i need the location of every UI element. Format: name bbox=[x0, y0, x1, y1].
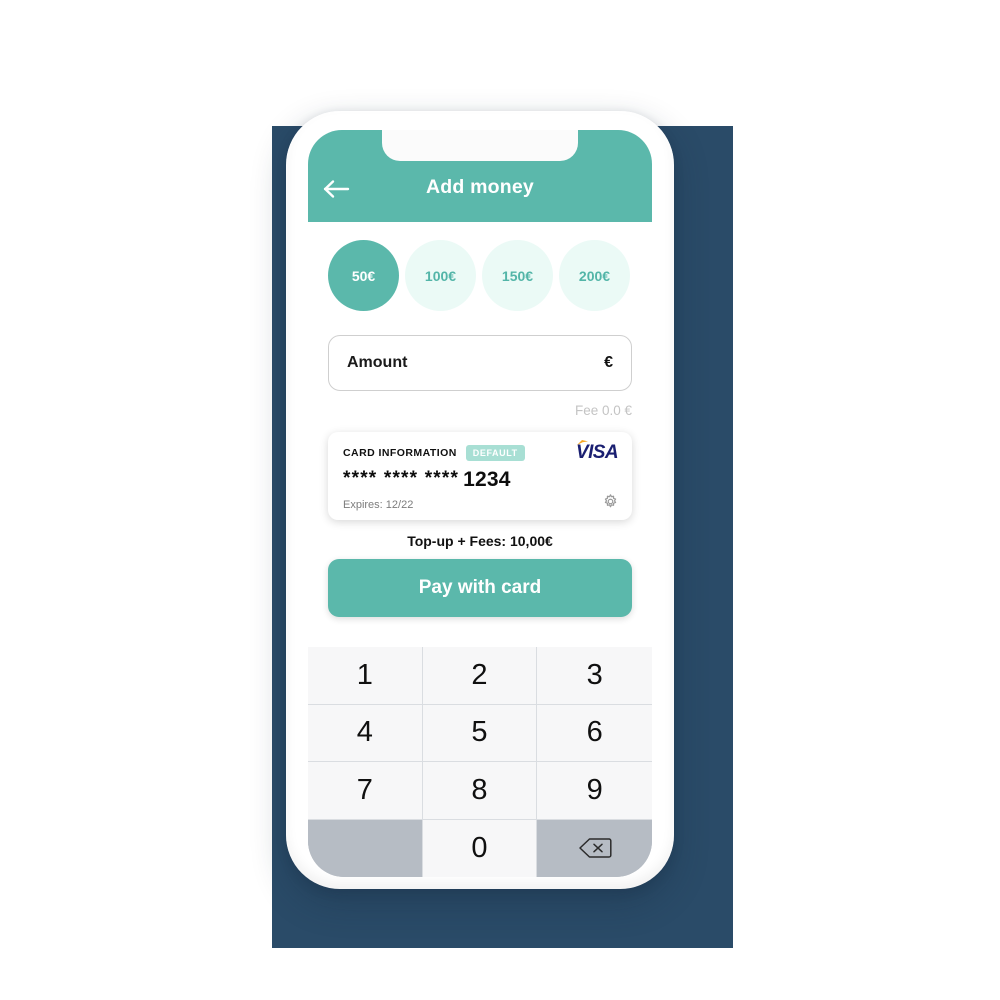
key-7[interactable]: 7 bbox=[308, 762, 423, 820]
screenshot-stage: Add money 50€ 100€ 150€ 200€ Amount € Fe… bbox=[0, 0, 1000, 1000]
numeric-keypad: 1 2 3 4 5 6 7 8 9 0 bbox=[308, 647, 652, 877]
preset-amount-50[interactable]: 50€ bbox=[328, 240, 399, 311]
amount-row: € Fee 0.0 € bbox=[328, 335, 632, 418]
preset-amount-100-label: 100€ bbox=[424, 267, 457, 284]
fee-text: Fee 0.0 € bbox=[574, 403, 632, 418]
key-blank bbox=[308, 819, 423, 877]
key-2[interactable]: 2 bbox=[422, 647, 538, 705]
key-5[interactable]: 5 bbox=[422, 704, 538, 762]
topup-total-text: Top-up + Fees: 10,00€ bbox=[407, 533, 553, 549]
card-number-last4: 1234 bbox=[463, 468, 511, 491]
key-9[interactable]: 9 bbox=[537, 762, 652, 820]
amount-input-box[interactable]: € bbox=[328, 335, 632, 391]
add-money-form: 50€ 100€ 150€ 200€ € Fee 0.0 € bbox=[308, 222, 652, 647]
card-information-label: CARD INFORMATION bbox=[343, 447, 457, 459]
key-3[interactable]: 3 bbox=[537, 647, 652, 705]
preset-amount-200-label: 200€ bbox=[578, 267, 611, 284]
pay-with-card-button[interactable]: Pay with card bbox=[328, 559, 632, 617]
status-badge: DEFAULT bbox=[465, 445, 525, 461]
backspace-icon[interactable] bbox=[537, 819, 652, 877]
preset-amount-150[interactable]: 150€ bbox=[482, 240, 553, 311]
amount-input[interactable] bbox=[347, 354, 547, 372]
key-8[interactable]: 8 bbox=[422, 762, 538, 820]
app-header: Add money bbox=[308, 130, 652, 222]
key-6[interactable]: 6 bbox=[537, 704, 652, 762]
gear-icon[interactable] bbox=[602, 493, 619, 510]
preset-amount-150-label: 150€ bbox=[501, 267, 534, 284]
preset-amount-100[interactable]: 100€ bbox=[405, 240, 476, 311]
card-information-panel[interactable]: CARD INFORMATION DEFAULT VISA **** **** … bbox=[328, 432, 632, 520]
device-notch bbox=[382, 130, 578, 161]
phone-screen: Add money 50€ 100€ 150€ 200€ Amount € Fe… bbox=[308, 130, 652, 877]
key-1[interactable]: 1 bbox=[308, 647, 423, 705]
key-0[interactable]: 0 bbox=[422, 819, 538, 877]
card-expiry: Expires: 12/22 bbox=[343, 499, 414, 511]
preset-amount-50-label: 50€ bbox=[351, 267, 376, 284]
visa-logo-icon: VISA bbox=[576, 439, 619, 462]
card-number-masked: **** **** **** bbox=[343, 468, 460, 489]
visa-swoosh-icon bbox=[577, 439, 589, 445]
page-title: Add money bbox=[426, 176, 534, 198]
preset-amount-200[interactable]: 200€ bbox=[559, 240, 630, 311]
preset-amount-group: 50€ 100€ 150€ 200€ bbox=[328, 222, 632, 311]
key-4[interactable]: 4 bbox=[308, 704, 423, 762]
card-number: **** **** **** 1234 bbox=[343, 468, 617, 492]
amount-currency-symbol: € bbox=[604, 354, 613, 371]
